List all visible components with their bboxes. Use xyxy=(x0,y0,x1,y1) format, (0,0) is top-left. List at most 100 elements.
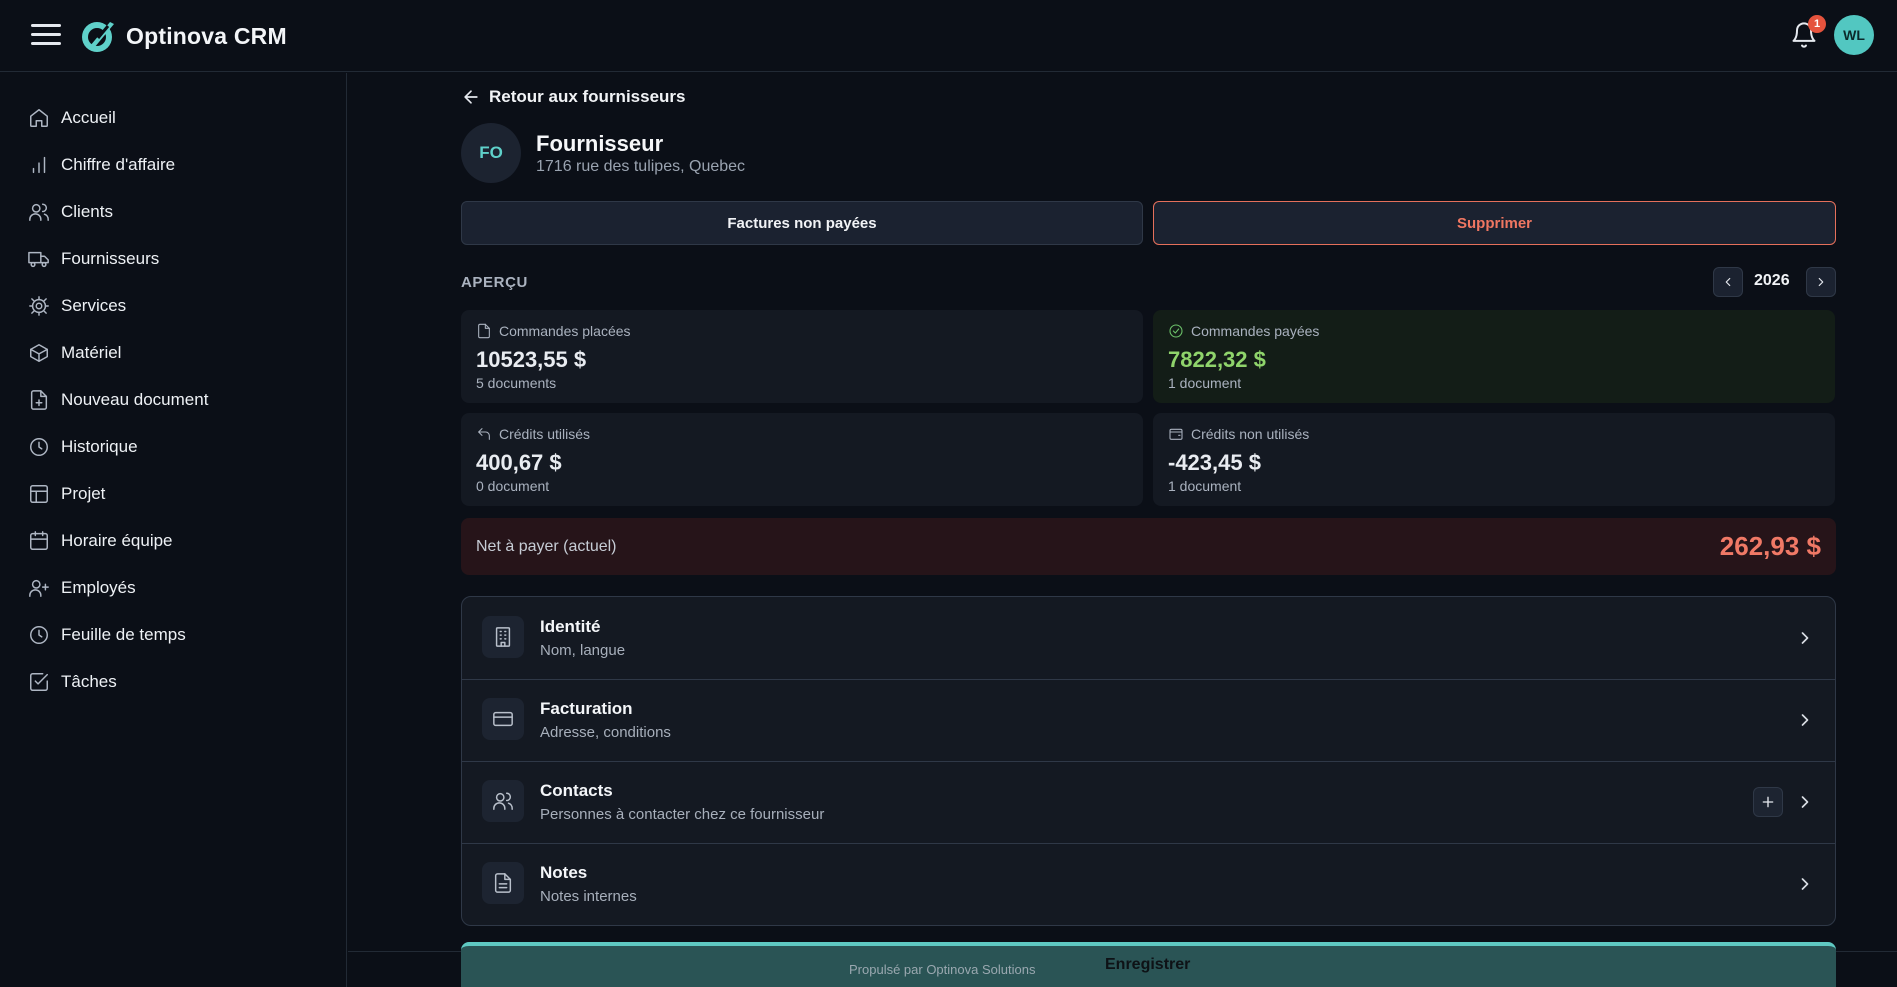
chevron-right-icon xyxy=(1801,632,1809,644)
sidebar-item-label: Historique xyxy=(61,437,138,456)
sidebar-item-nouveau-document[interactable]: Nouveau document xyxy=(28,385,208,415)
supplier-address: 1716 rue des tulipes, Quebec xyxy=(536,158,746,175)
sidebar-item-materiel[interactable]: Matériel xyxy=(28,338,121,368)
stat-card-orders-paid: Commandes payées 7822,32 $ 1 document xyxy=(1153,310,1835,403)
top-bar: Optinova CRM 1 WL xyxy=(0,0,1897,72)
credit-card-icon xyxy=(493,711,513,727)
home-icon xyxy=(30,109,48,127)
sidebar-item-taches[interactable]: Tâches xyxy=(28,667,117,697)
add-contact-button[interactable] xyxy=(1753,787,1783,817)
section-icon-wrap xyxy=(482,698,524,740)
stat-subtext: 0 document xyxy=(476,478,550,494)
layout-icon xyxy=(30,485,48,503)
section-subtitle: Nom, langue xyxy=(540,642,626,659)
sidebar: Accueil Chiffre d'affaire Clients Fourni… xyxy=(0,73,347,987)
box-icon xyxy=(30,344,48,362)
save-button-label[interactable]: Enregistrer xyxy=(1105,956,1190,974)
stat-subtext: 1 document xyxy=(1168,478,1242,494)
undo-icon xyxy=(478,428,490,440)
powered-by-text: Propulsé par Optinova Solutions xyxy=(849,962,1036,977)
sidebar-item-feuille-de-temps[interactable]: Feuille de temps xyxy=(28,620,186,650)
sidebar-item-label: Matériel xyxy=(61,343,122,362)
clock-icon xyxy=(30,626,48,644)
bar-chart-icon xyxy=(32,156,46,174)
sidebar-item-employes[interactable]: Employés xyxy=(28,573,136,603)
net-to-pay-label: Net à payer (actuel) xyxy=(476,537,617,555)
sidebar-item-chiffre-affaire[interactable]: Chiffre d'affaire xyxy=(28,150,175,180)
arrow-left-icon xyxy=(464,90,478,104)
sidebar-item-horaire-equipe[interactable]: Horaire équipe xyxy=(28,526,173,556)
clock-icon xyxy=(30,438,48,456)
sidebar-item-label: Feuille de temps xyxy=(61,625,186,644)
sidebar-item-projet[interactable]: Projet xyxy=(28,479,105,509)
logo-icon xyxy=(82,22,114,52)
year-label: 2026 xyxy=(1754,272,1790,289)
notification-badge: 1 xyxy=(1808,15,1826,33)
user-avatar[interactable]: WL xyxy=(1834,15,1874,55)
sidebar-item-services[interactable]: Services xyxy=(28,291,126,321)
users-icon xyxy=(29,203,49,221)
check-circle-icon xyxy=(1169,324,1183,338)
net-to-pay-card: Net à payer (actuel) 262,93 $ xyxy=(461,518,1836,575)
section-icon-wrap xyxy=(482,616,524,658)
supplier-sections-list: Identité Nom, langue Facturation Adresse… xyxy=(461,596,1836,926)
stat-value: 400,67 $ xyxy=(476,450,562,475)
sidebar-item-label: Employés xyxy=(61,578,136,597)
gear-icon xyxy=(29,296,49,316)
section-title: Notes xyxy=(540,863,588,882)
user-plus-icon xyxy=(29,579,49,597)
section-billing[interactable]: Facturation Adresse, conditions xyxy=(462,679,1835,761)
file-plus-icon xyxy=(30,390,48,410)
stat-value: 7822,32 $ xyxy=(1168,347,1266,372)
stat-label: Crédits non utilisés xyxy=(1191,426,1310,442)
app-title: Optinova CRM xyxy=(126,23,287,49)
section-subtitle: Adresse, conditions xyxy=(540,724,671,741)
next-year-button[interactable] xyxy=(1806,267,1836,297)
users-icon xyxy=(493,792,513,810)
checkbox-icon xyxy=(30,673,48,691)
menu-icon[interactable] xyxy=(31,24,61,48)
wallet-icon xyxy=(1169,428,1183,440)
sidebar-item-label: Accueil xyxy=(61,108,116,127)
stat-value: -423,45 $ xyxy=(1168,450,1261,475)
chevron-right-icon xyxy=(1801,796,1809,808)
sidebar-item-clients[interactable]: Clients xyxy=(28,197,113,227)
stat-label: Commandes placées xyxy=(499,323,631,339)
divider xyxy=(462,761,1835,762)
section-icon-wrap xyxy=(482,862,524,904)
sidebar-item-label: Nouveau document xyxy=(61,390,209,409)
calendar-icon xyxy=(30,531,48,550)
chevron-left-icon xyxy=(1725,277,1731,287)
sidebar-item-label: Chiffre d'affaire xyxy=(61,155,176,174)
sidebar-item-label: Clients xyxy=(61,202,113,221)
back-to-suppliers-link[interactable]: Retour aux fournisseurs xyxy=(461,87,686,107)
sidebar-item-historique[interactable]: Historique xyxy=(28,432,138,462)
plus-icon xyxy=(1762,796,1774,808)
section-identity[interactable]: Identité Nom, langue xyxy=(462,597,1835,679)
chevron-right-icon xyxy=(1801,878,1809,890)
stat-subtext: 1 document xyxy=(1168,375,1242,391)
section-subtitle: Personnes à contacter chez ce fournisseu… xyxy=(540,806,825,823)
section-title: Contacts xyxy=(540,781,613,800)
stat-label: Crédits utilisés xyxy=(499,426,591,442)
section-icon-wrap xyxy=(482,780,524,822)
stat-card-credits-unused: Crédits non utilisés -423,45 $ 1 documen… xyxy=(1153,413,1835,506)
sidebar-item-fournisseurs[interactable]: Fournisseurs xyxy=(28,244,159,274)
section-contacts[interactable]: Contacts Personnes à contacter chez ce f… xyxy=(462,761,1835,843)
divider xyxy=(462,679,1835,680)
previous-year-button[interactable] xyxy=(1713,267,1743,297)
net-to-pay-value: 262,93 $ xyxy=(1719,531,1821,561)
truck-icon xyxy=(28,251,49,268)
section-title: Facturation xyxy=(540,699,633,718)
sidebar-item-accueil[interactable]: Accueil xyxy=(28,103,116,133)
chevron-right-icon xyxy=(1801,714,1809,726)
stat-label: Commandes payées xyxy=(1191,323,1320,339)
delete-button[interactable]: Supprimer xyxy=(1153,201,1836,245)
section-notes[interactable]: Notes Notes internes xyxy=(462,843,1835,925)
sidebar-item-label: Tâches xyxy=(61,672,117,691)
unpaid-invoices-button[interactable]: Factures non payées xyxy=(461,201,1143,245)
stat-value: 10523,55 $ xyxy=(476,347,587,372)
stat-subtext: 5 documents xyxy=(476,375,557,391)
stat-card-orders-placed: Commandes placées 10523,55 $ 5 documents xyxy=(461,310,1143,403)
stat-card-credits-used: Crédits utilisés 400,67 $ 0 document xyxy=(461,413,1143,506)
